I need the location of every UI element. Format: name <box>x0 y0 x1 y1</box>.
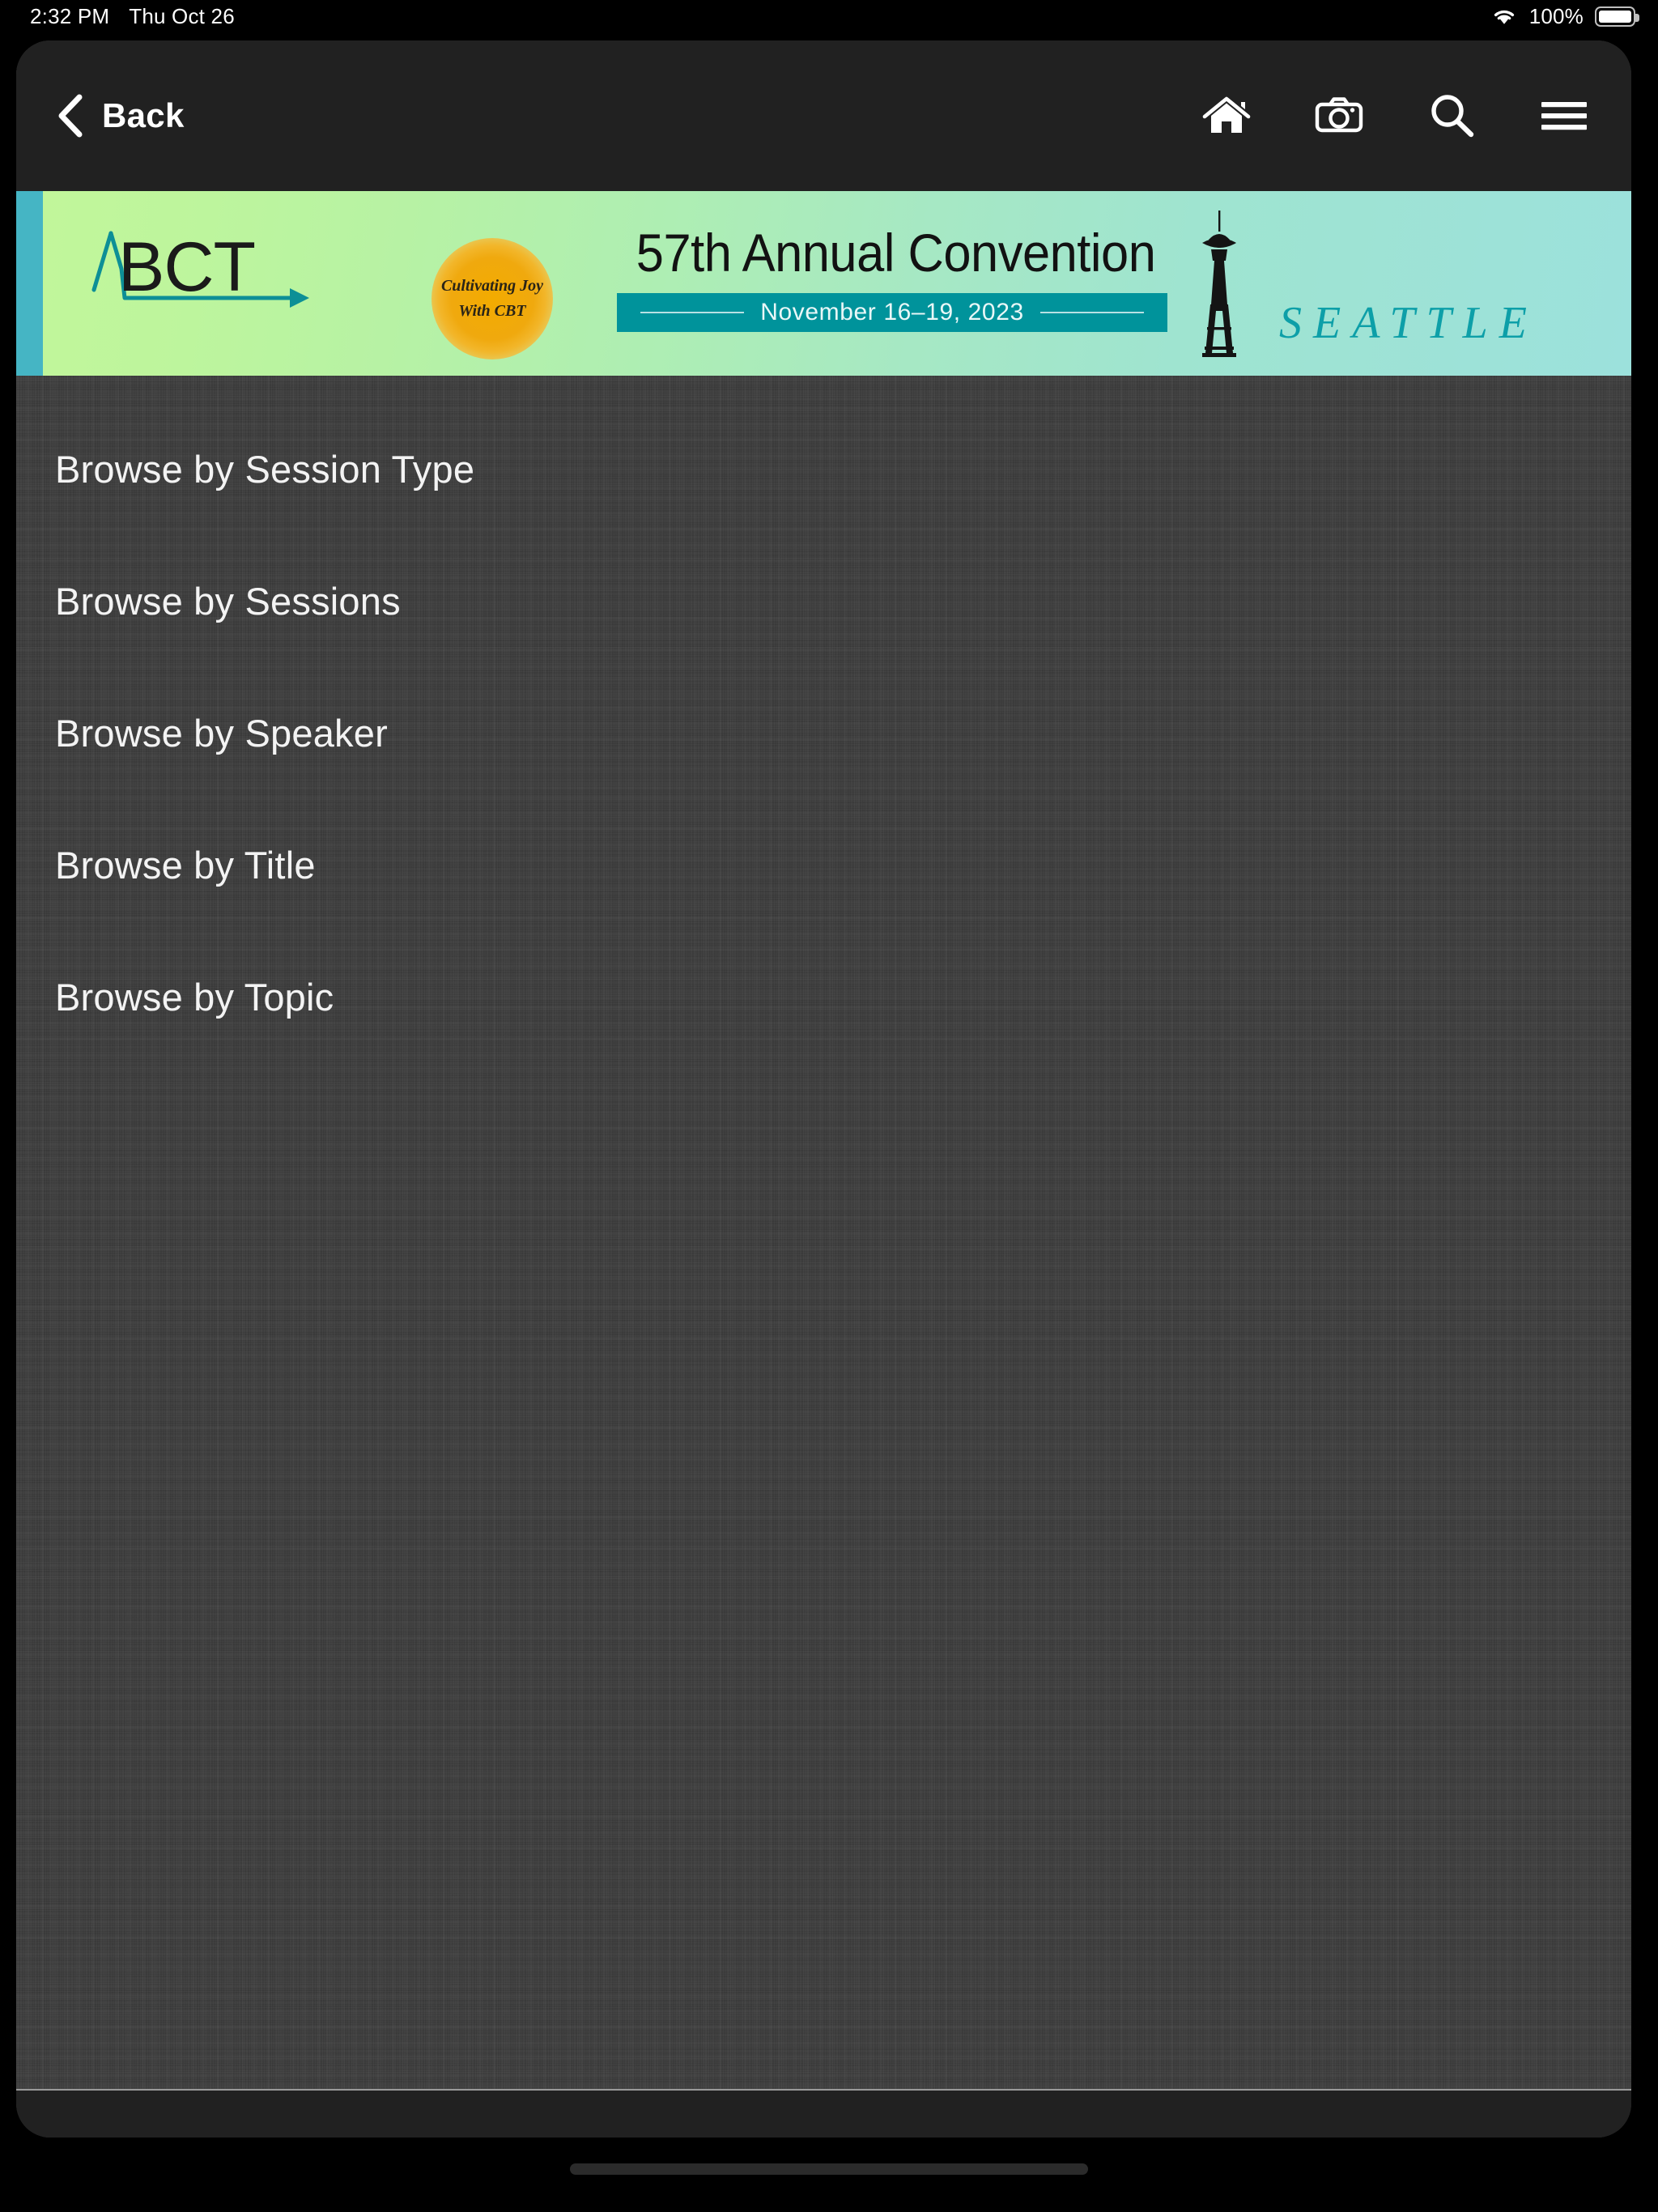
status-bar: 2:32 PM Thu Oct 26 100% <box>0 0 1658 32</box>
browse-by-speaker[interactable]: Browse by Speaker <box>16 667 1631 799</box>
home-icon[interactable] <box>1201 91 1252 141</box>
menu-item-label: Browse by Speaker <box>55 712 388 755</box>
menu-item-label: Browse by Session Type <box>55 448 475 491</box>
svg-text:BCT: BCT <box>118 228 255 306</box>
status-bar-right: 100% <box>1490 0 1639 32</box>
convention-title: 57th Annual Convention <box>636 223 1156 283</box>
battery-percent: 100% <box>1528 3 1584 28</box>
browse-by-topic[interactable]: Browse by Topic <box>16 931 1631 1063</box>
back-button[interactable]: Back <box>55 94 185 138</box>
convention-date-band: November 16–19, 2023 <box>617 293 1167 332</box>
back-button-label: Back <box>102 96 185 134</box>
banner-accent-stripe <box>16 191 43 376</box>
browse-menu-list: Browse by Session Type Browse by Session… <box>16 376 1631 1063</box>
convention-banner: BCT Cultivating Joy With CBT 57th Annual… <box>16 191 1631 376</box>
home-indicator[interactable] <box>570 2163 1088 2175</box>
navigation-bar: Back <box>16 40 1631 191</box>
wifi-icon <box>1490 6 1518 27</box>
status-bar-left: 2:32 PM Thu Oct 26 <box>30 4 235 29</box>
camera-icon[interactable] <box>1314 91 1364 141</box>
app-window: Back BCT Cultivating Joy With CBT 57th A… <box>16 40 1631 2138</box>
browse-by-title[interactable]: Browse by Title <box>16 799 1631 931</box>
chevron-left-icon <box>55 94 84 138</box>
tagline-line-1: Cultivating Joy <box>440 277 544 295</box>
sun-tagline-graphic: Cultivating Joy With CBT <box>432 238 553 359</box>
band-rule-right <box>1039 312 1144 313</box>
browse-by-sessions[interactable]: Browse by Sessions <box>16 535 1631 667</box>
space-needle-icon <box>1184 207 1254 369</box>
status-time: 2:32 PM <box>30 3 110 28</box>
search-icon[interactable] <box>1426 91 1477 141</box>
status-date: Thu Oct 26 <box>129 3 235 28</box>
content-area: Browse by Session Type Browse by Session… <box>16 376 1631 2089</box>
menu-item-label: Browse by Sessions <box>55 580 401 623</box>
city-label: SEATTLE <box>1279 298 1538 348</box>
band-rule-left <box>640 312 745 313</box>
navigation-actions <box>1201 40 1589 191</box>
bottom-toolbar <box>16 2089 1631 2138</box>
convention-info: 57th Annual Convention November 16–19, 2… <box>617 222 1167 332</box>
abct-logo: BCT <box>89 223 316 337</box>
hamburger-icon[interactable] <box>1539 91 1589 141</box>
tagline: Cultivating Joy With CBT <box>432 238 553 359</box>
browse-by-session-type[interactable]: Browse by Session Type <box>16 403 1631 535</box>
menu-item-label: Browse by Title <box>55 844 316 887</box>
battery-icon <box>1595 6 1639 27</box>
convention-dates: November 16–19, 2023 <box>760 299 1024 325</box>
menu-item-label: Browse by Topic <box>55 976 334 1019</box>
tagline-line-2: With CBT <box>458 302 526 320</box>
